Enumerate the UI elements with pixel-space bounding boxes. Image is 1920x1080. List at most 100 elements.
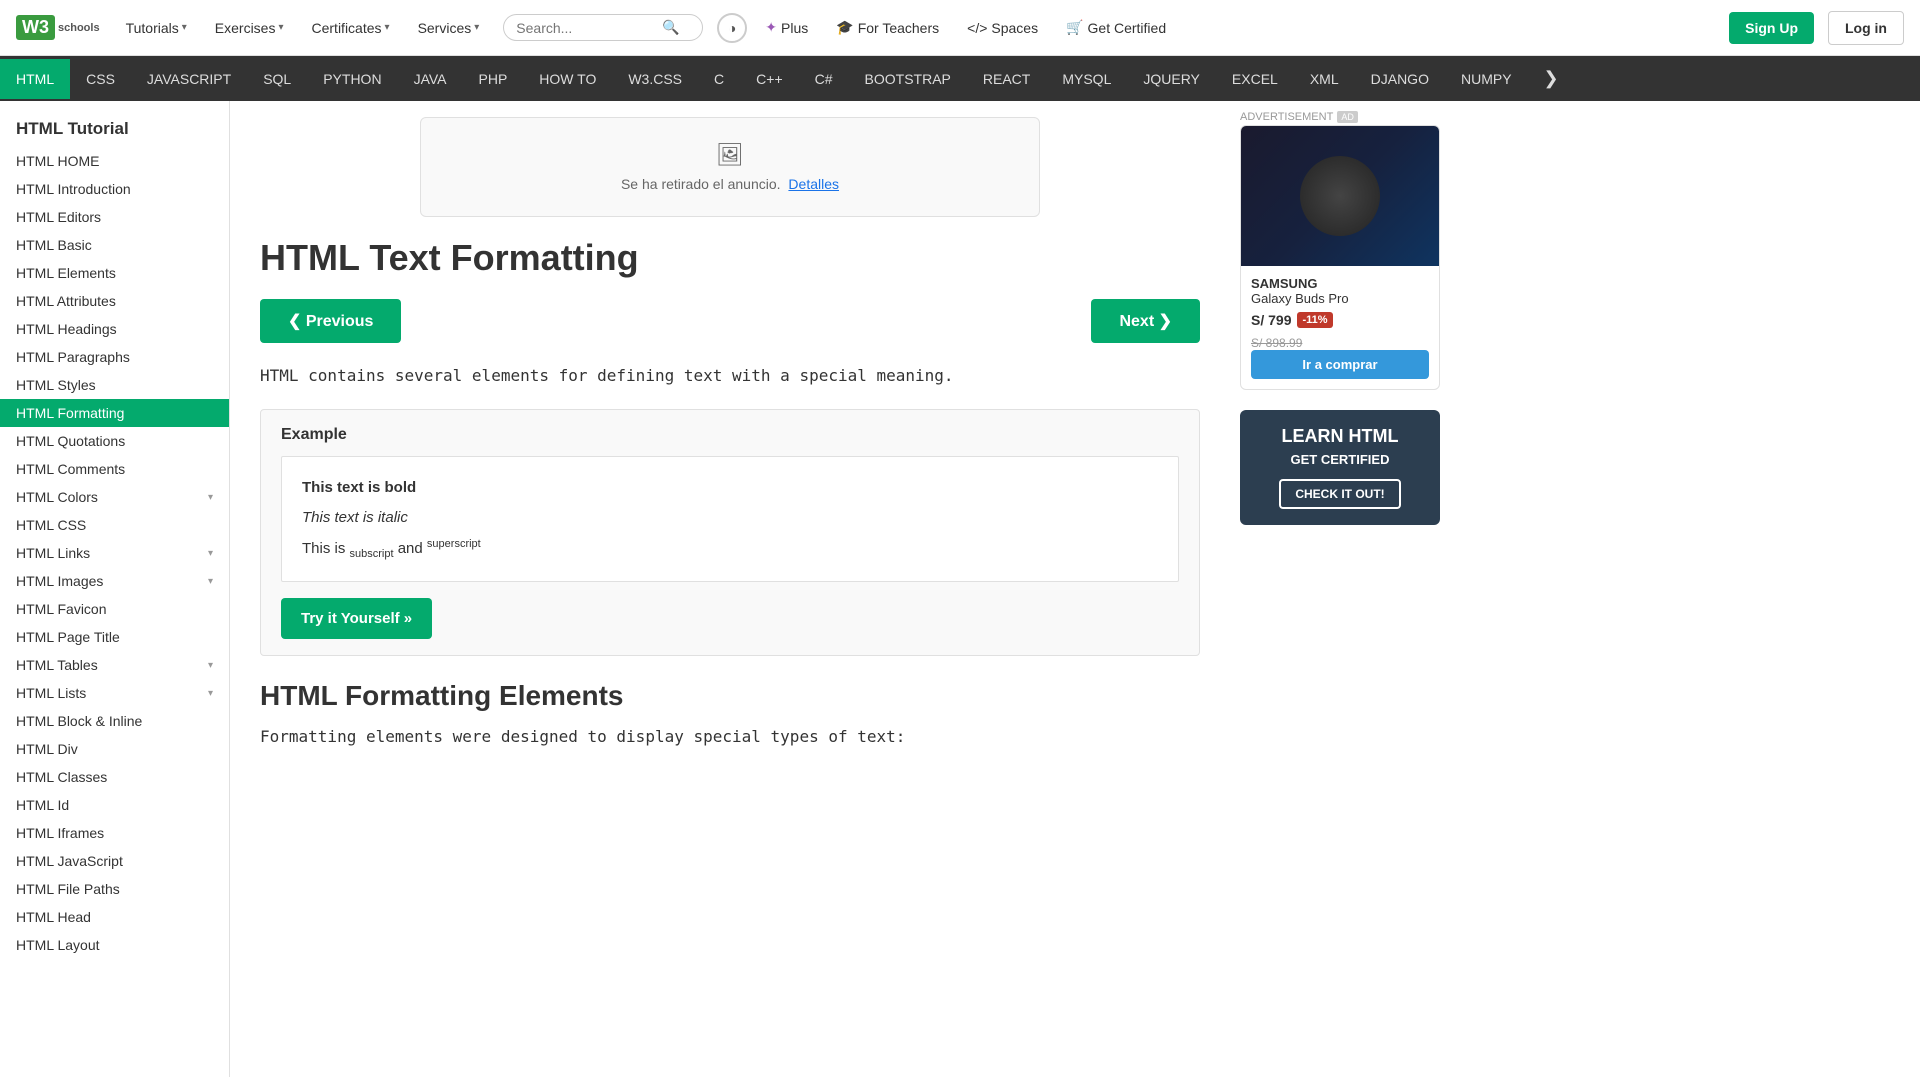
ad-icon: 🖼 — [445, 142, 1015, 168]
sidebar-item-label: HTML File Paths — [16, 881, 120, 897]
example-label: Example — [281, 426, 1179, 444]
sidebar-item-html-quotations[interactable]: HTML Quotations — [0, 427, 229, 455]
example-box: Example This text is bold This text is i… — [260, 409, 1200, 656]
lang-item-how-to[interactable]: HOW TO — [523, 59, 612, 99]
sidebar-item-label: HTML Elements — [16, 265, 116, 281]
sidebar-item-html-formatting[interactable]: HTML Formatting — [0, 399, 229, 427]
sidebar-item-label: HTML Quotations — [16, 433, 125, 449]
login-button[interactable]: Log in — [1828, 11, 1904, 45]
previous-button[interactable]: ❮ Previous — [260, 299, 401, 343]
sidebar-item-html-images[interactable]: HTML Images▾ — [0, 567, 229, 595]
ad-product-card[interactable]: SAMSUNG Galaxy Buds Pro S/ 799 -11% S/ 8… — [1240, 125, 1440, 390]
lang-item-html[interactable]: HTML — [0, 59, 70, 99]
sidebar-item-html-iframes[interactable]: HTML Iframes — [0, 819, 229, 847]
lang-item-jquery[interactable]: JQUERY — [1127, 59, 1216, 99]
sidebar-item-html-links[interactable]: HTML Links▾ — [0, 539, 229, 567]
sidebar-item-html-file-paths[interactable]: HTML File Paths — [0, 875, 229, 903]
theme-toggle-button[interactable]: ◑ — [717, 13, 747, 43]
ad-product-name: Galaxy Buds Pro — [1251, 291, 1429, 306]
ad-badge: AD — [1337, 111, 1358, 123]
lang-item-django[interactable]: DJANGO — [1355, 59, 1445, 99]
ad-price: S/ 799 — [1251, 312, 1291, 328]
lang-item-python[interactable]: PYTHON — [307, 59, 397, 99]
advertisement-label: ADVERTISEMENT AD — [1240, 111, 1440, 123]
content-area: 🖼 Se ha retirado el anuncio. Detalles HT… — [230, 101, 1230, 1077]
ad-buy-button[interactable]: Ir a comprar — [1251, 350, 1429, 379]
nav-for-teachers[interactable]: 🎓 For Teachers — [826, 13, 949, 42]
sidebar-item-html-block-&-inline[interactable]: HTML Block & Inline — [0, 707, 229, 735]
nav-services[interactable]: Services ▾ — [408, 14, 490, 42]
sidebar-item-html-introduction[interactable]: HTML Introduction — [0, 175, 229, 203]
lang-item-xml[interactable]: XML — [1294, 59, 1355, 99]
superscript-text: superscript — [427, 538, 481, 550]
lang-item-c#[interactable]: C# — [799, 59, 849, 99]
sidebar-item-html-favicon[interactable]: HTML Favicon — [0, 595, 229, 623]
nav-spaces[interactable]: </> Spaces — [957, 14, 1048, 42]
sidebar-item-html-headings[interactable]: HTML Headings — [0, 315, 229, 343]
sidebar-item-html-head[interactable]: HTML Head — [0, 903, 229, 931]
sidebar-item-html-comments[interactable]: HTML Comments — [0, 455, 229, 483]
expand-icon: ▾ — [208, 548, 213, 559]
sidebar-item-html-basic[interactable]: HTML Basic — [0, 231, 229, 259]
sidebar-item-html-home[interactable]: HTML HOME — [0, 147, 229, 175]
sidebar-item-html-id[interactable]: HTML Id — [0, 791, 229, 819]
lang-item-excel[interactable]: EXCEL — [1216, 59, 1294, 99]
lang-item-c[interactable]: C — [698, 59, 740, 99]
lang-item-mysql[interactable]: MYSQL — [1046, 59, 1127, 99]
ad-learn-title: LEARN HTML — [1256, 426, 1424, 448]
lang-item-sql[interactable]: SQL — [247, 59, 307, 99]
lang-item-bootstrap[interactable]: BOOTSTRAP — [849, 59, 967, 99]
sidebar-item-label: HTML Headings — [16, 321, 117, 337]
sidebar-item-html-editors[interactable]: HTML Editors — [0, 203, 229, 231]
lang-item-javascript[interactable]: JAVASCRIPT — [131, 59, 247, 99]
sidebar-item-html-paragraphs[interactable]: HTML Paragraphs — [0, 343, 229, 371]
search-icon[interactable]: 🔍 — [662, 19, 679, 36]
nav-tutorials[interactable]: Tutorials ▾ — [116, 14, 197, 42]
logo[interactable]: W3 schools — [16, 15, 100, 41]
sidebar-item-html-classes[interactable]: HTML Classes — [0, 763, 229, 791]
try-it-yourself-button[interactable]: Try it Yourself » — [281, 598, 432, 639]
teacher-icon: 🎓 — [836, 19, 853, 36]
sidebar-item-label: HTML Basic — [16, 237, 92, 253]
sidebar-item-html-div[interactable]: HTML Div — [0, 735, 229, 763]
lang-item-php[interactable]: PHP — [463, 59, 524, 99]
search-input[interactable] — [516, 20, 656, 36]
sidebar-item-html-javascript[interactable]: HTML JavaScript — [0, 847, 229, 875]
lang-item-react[interactable]: REACT — [967, 59, 1046, 99]
next-button[interactable]: Next ❯ — [1091, 299, 1200, 343]
lang-item-numpy[interactable]: NUMPY — [1445, 59, 1528, 99]
signup-button[interactable]: Sign Up — [1729, 12, 1814, 44]
page-description: HTML contains several elements for defin… — [260, 363, 1200, 389]
nav-certificates[interactable]: Certificates ▾ — [302, 14, 400, 42]
nav-exercises[interactable]: Exercises ▾ — [205, 14, 294, 42]
sidebar-item-label: HTML Styles — [16, 377, 96, 393]
lang-item-w3.css[interactable]: W3.CSS — [612, 59, 698, 99]
nav-get-certified[interactable]: 🛒 Get Certified — [1056, 13, 1176, 42]
sidebar-item-label: HTML Images — [16, 573, 103, 589]
ad-product-image — [1241, 126, 1439, 266]
sidebar-item-html-colors[interactable]: HTML Colors▾ — [0, 483, 229, 511]
lang-more-button[interactable]: ❯ — [1528, 56, 1575, 101]
right-ad-panel: ADVERTISEMENT AD SAMSUNG Galaxy Buds Pro… — [1230, 101, 1450, 1077]
sidebar-item-label: HTML Introduction — [16, 181, 131, 197]
nav-plus[interactable]: ✦ Plus — [755, 13, 818, 42]
certificates-chevron-icon: ▾ — [385, 22, 390, 33]
sidebar-item-html-elements[interactable]: HTML Elements — [0, 259, 229, 287]
sidebar-item-label: HTML JavaScript — [16, 853, 123, 869]
lang-item-css[interactable]: CSS — [70, 59, 131, 99]
lang-item-java[interactable]: JAVA — [398, 59, 463, 99]
sidebar-item-html-attributes[interactable]: HTML Attributes — [0, 287, 229, 315]
sidebar-item-html-tables[interactable]: HTML Tables▾ — [0, 651, 229, 679]
ad-details-link[interactable]: Detalles — [788, 176, 839, 192]
plus-star-icon: ✦ — [765, 19, 777, 36]
sidebar-item-html-styles[interactable]: HTML Styles — [0, 371, 229, 399]
sidebar-item-html-page-title[interactable]: HTML Page Title — [0, 623, 229, 651]
sidebar-item-html-css[interactable]: HTML CSS — [0, 511, 229, 539]
ad-discount-badge: -11% — [1297, 312, 1332, 328]
sidebar-item-html-layout[interactable]: HTML Layout — [0, 931, 229, 959]
ad-learn-button[interactable]: CHECK IT OUT! — [1279, 479, 1400, 509]
sidebar-item-html-lists[interactable]: HTML Lists▾ — [0, 679, 229, 707]
lang-item-c++[interactable]: C++ — [740, 59, 798, 99]
spaces-icon: </> — [967, 20, 987, 36]
sidebar-item-label: HTML HOME — [16, 153, 99, 169]
